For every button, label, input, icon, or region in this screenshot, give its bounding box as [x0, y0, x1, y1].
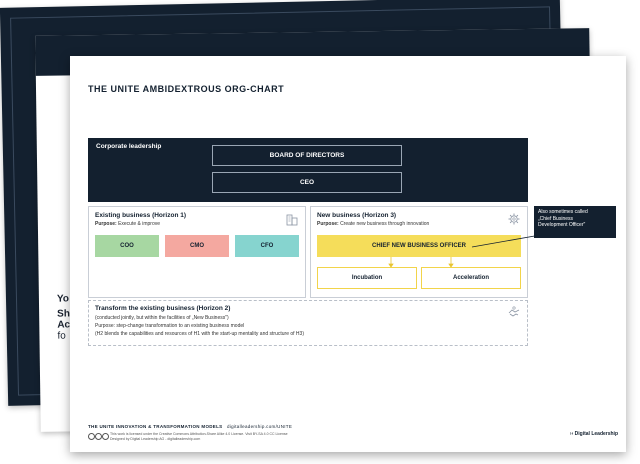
existing-purpose-text: Execute & improve [118, 221, 161, 227]
existing-purpose-label: Purpose: [95, 221, 117, 227]
cmo-box: CMO [165, 235, 229, 257]
middle-sheet-text-4: fo [57, 330, 66, 342]
transform-title: Transform the existing business (Horizon… [95, 305, 231, 312]
coo-box: COO [95, 235, 159, 257]
middle-sheet-text-1: Yo [56, 293, 70, 305]
front-sheet: THE UNITE AMBIDEXTROUS ORG-CHART Corpora… [70, 56, 626, 452]
middle-sheet-text-2: Sh [57, 308, 71, 320]
handshake-icon [508, 306, 520, 317]
new-business-title: New business (Horizon 3) [317, 212, 397, 219]
footer-title: THE UNITE INNOVATION & TRANSFORMATION MO… [88, 424, 292, 429]
transform-line-1: (conducted jointly, but within the facil… [95, 315, 229, 321]
transform-horizon-2-panel: Transform the existing business (Horizon… [88, 300, 528, 346]
cfo-box: CFO [235, 235, 299, 257]
footer-brand-text: Digital Leadership [574, 431, 618, 437]
new-business-purpose: Purpose: Create new business through inn… [317, 221, 429, 227]
transform-line-2: Purpose: step-change transformation to a… [95, 323, 245, 329]
sa-icon [102, 433, 109, 440]
callout-pointer-line [471, 234, 547, 248]
gear-icon [508, 213, 520, 225]
ceo-box: CEO [212, 172, 402, 193]
new-purpose-label: Purpose: [317, 221, 339, 227]
footer-license-line: This work is licensed under the Creative… [110, 432, 288, 436]
footer-title-url: digitalleadership.com/UNITE [227, 424, 293, 429]
corporate-leadership-label: Corporate leadership [96, 143, 162, 150]
callout-line-3: Development Officer" [538, 222, 586, 228]
footer-title-text: THE UNITE INNOVATION & TRANSFORMATION MO… [88, 424, 223, 429]
cfo-label: CFO [260, 243, 274, 249]
footer-designed-line: Designed by Digital Leadership AG - digi… [110, 437, 201, 441]
building-icon [286, 214, 298, 226]
corporate-leadership-block: Corporate leadership BOARD OF DIRECTORS … [88, 138, 528, 202]
transform-line-3: (H2 blends the capabilities and resource… [95, 331, 304, 337]
cmo-label: CMO [190, 243, 204, 249]
incubation-box: Incubation [317, 267, 417, 289]
page-title: THE UNITE AMBIDEXTROUS ORG-CHART [88, 84, 285, 94]
acceleration-box: Acceleration [421, 267, 521, 289]
cc-icon [88, 433, 95, 440]
footer-brand: ›› Digital Leadership [570, 431, 618, 437]
existing-business-title: Existing business (Horizon 1) [95, 212, 187, 219]
new-purpose-text: Create new business through innovation [340, 221, 430, 227]
existing-business-purpose: Purpose: Execute & improve [95, 221, 160, 227]
middle-sheet-text-3: Ac [57, 319, 71, 331]
new-business-panel: New business (Horizon 3) Purpose: Create… [310, 206, 528, 298]
existing-business-panel: Existing business (Horizon 1) Purpose: E… [88, 206, 306, 298]
by-icon [95, 433, 102, 440]
board-of-directors-box: BOARD OF DIRECTORS [212, 145, 402, 166]
coo-label: COO [120, 243, 134, 249]
